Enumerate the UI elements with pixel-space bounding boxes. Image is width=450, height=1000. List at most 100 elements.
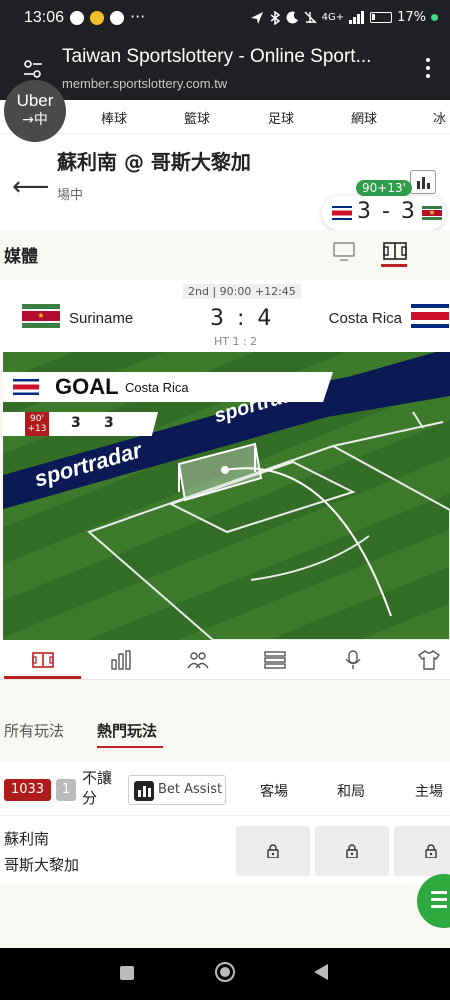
- home-team-name: Suriname: [69, 310, 134, 327]
- event-team: Costa Rica: [125, 380, 189, 395]
- bar-chart-icon: [134, 781, 154, 801]
- active-media-indicator: [381, 264, 407, 267]
- uber-arrow-icon: →中: [22, 112, 48, 128]
- score-bubble: 3 - 3: [322, 196, 446, 230]
- bet-type-tabs: 所有玩法 熱門玩法: [0, 708, 450, 752]
- pitch-away-score: 3: [104, 415, 114, 431]
- tab-baseball[interactable]: 棒球: [101, 108, 127, 127]
- uber-logo: Uber: [16, 91, 54, 110]
- market-header: 1033 1 不讓分 Bet Assist 客場 和局 主場: [0, 762, 450, 816]
- uber-floating-bubble[interactable]: Uber →中: [4, 80, 66, 142]
- site-settings-icon[interactable]: [22, 58, 44, 80]
- location-icon: [250, 11, 263, 24]
- scoreboard: 2nd | 90:00 +12:45 Suriname 3 : 4 HT 1 :…: [0, 280, 450, 352]
- lock-icon: [425, 844, 437, 858]
- tab-ice-hockey[interactable]: 冰: [433, 108, 446, 127]
- event-added-time: +13: [27, 424, 47, 434]
- bet-assist-label: Bet Assist: [158, 782, 223, 797]
- tracker-view-tabs: [0, 640, 450, 680]
- match-status: 場中: [57, 188, 84, 203]
- sport-category-tabs: 棒球 籃球 足球 網球 冰: [0, 100, 450, 134]
- media-section: 媒體: [0, 230, 450, 280]
- privacy-indicator-icon: [431, 14, 438, 21]
- statistics-view-icon[interactable]: [110, 650, 132, 670]
- page-url: member.sportslottery.com.tw: [62, 76, 228, 91]
- media-label: 媒體: [4, 247, 38, 267]
- market-code-badge: 1033: [4, 779, 51, 801]
- more-options-icon[interactable]: [426, 58, 432, 82]
- bubble-score: 3 - 3: [357, 199, 417, 224]
- jersey-view-icon[interactable]: [418, 650, 440, 670]
- match-tracker-pitch: sportradar sportradar GOAL Costa Rica 3 …: [3, 352, 450, 640]
- match-header: ⟵ 蘇利南 @ 哥斯大黎加 場中 90+13' 3 - 3: [0, 134, 450, 230]
- battery-level: 17%: [397, 10, 426, 25]
- system-indicators: 4G+ 17%: [250, 10, 438, 25]
- uber-notification-icon: [110, 11, 124, 25]
- back-button[interactable]: [314, 964, 328, 980]
- system-status-bar: 13:06 ··· 4G+ 17%: [0, 0, 450, 38]
- active-view-indicator: [4, 676, 81, 679]
- odds-team-2: 哥斯大黎加: [4, 856, 80, 874]
- match-tracker-icon[interactable]: [383, 242, 407, 262]
- goal-event-banner: GOAL Costa Rica: [3, 372, 333, 402]
- standings-view-icon[interactable]: [264, 650, 286, 670]
- active-bet-tab-indicator: [97, 746, 163, 748]
- battery-icon: [370, 12, 393, 23]
- commentary-view-icon[interactable]: [342, 650, 364, 670]
- more-notifications-icon: ···: [130, 7, 146, 26]
- system-navigation-bar: [0, 948, 450, 1000]
- pitch-home-score: 3: [71, 415, 81, 431]
- recents-button[interactable]: [120, 966, 134, 980]
- column-home: 主場: [415, 784, 443, 800]
- column-draw: 和局: [337, 784, 365, 800]
- main-score: 3 : 4: [210, 306, 275, 331]
- tab-tennis[interactable]: 網球: [351, 108, 377, 127]
- network-indicator: 4G+: [321, 12, 345, 23]
- tab-popular-markets[interactable]: 熱門玩法: [97, 720, 157, 741]
- market-name: 不讓分: [82, 769, 113, 807]
- odds-cell-home[interactable]: [394, 826, 450, 876]
- uber-partial-text: 中: [33, 112, 48, 128]
- event-minute: 90': [30, 414, 44, 424]
- costa-rica-flag-icon: [13, 379, 39, 395]
- tab-all-markets[interactable]: 所有玩法: [4, 720, 64, 741]
- odds-row: 蘇利南 哥斯大黎加: [0, 816, 450, 884]
- match-title: 蘇利南 @ 哥斯大黎加: [57, 150, 251, 174]
- costa-rica-flag-icon: [411, 304, 449, 328]
- lock-icon: [267, 844, 279, 858]
- tab-soccer[interactable]: 足球: [268, 108, 294, 127]
- bet-assist-button[interactable]: Bet Assist: [128, 775, 226, 805]
- browser-toolbar: Taiwan Sportslottery - Online Sport... m…: [0, 38, 450, 100]
- suriname-flag-icon: [22, 304, 60, 328]
- notification-app-icon: [90, 11, 104, 25]
- away-team-name: Costa Rica: [328, 310, 402, 327]
- mute-icon: [304, 11, 317, 24]
- half-time-score: HT 1 : 2: [214, 335, 258, 348]
- odds-team-1: 蘇利南: [4, 830, 50, 848]
- signal-icon: [349, 11, 365, 24]
- do-not-disturb-icon: [286, 11, 298, 24]
- event-minute-badge: 90' +13: [25, 412, 49, 436]
- odds-cell-draw[interactable]: [315, 826, 389, 876]
- monitor-icon[interactable]: [333, 242, 355, 262]
- back-arrow-icon[interactable]: ⟵: [12, 172, 49, 202]
- bluetooth-icon: [270, 10, 280, 25]
- notification-app-icon: [70, 11, 84, 25]
- page-title: Taiwan Sportslottery - Online Sport...: [62, 46, 372, 67]
- odds-cell-away[interactable]: [236, 826, 310, 876]
- tab-basketball[interactable]: 籃球: [184, 108, 210, 127]
- home-button[interactable]: [215, 962, 235, 982]
- match-time-pill: 90+13': [356, 180, 412, 196]
- clock: 13:06: [24, 9, 65, 26]
- market-number-badge: 1: [56, 779, 76, 801]
- match-period: 2nd | 90:00 +12:45: [183, 284, 301, 299]
- pitch-view-icon[interactable]: [32, 650, 54, 670]
- event-label: GOAL: [55, 374, 119, 399]
- column-away: 客場: [260, 784, 288, 800]
- costa-rica-flag-icon: [332, 206, 352, 220]
- lock-icon: [346, 844, 358, 858]
- lineups-view-icon[interactable]: [187, 650, 209, 670]
- statistics-icon[interactable]: [410, 170, 436, 194]
- suriname-flag-icon: [422, 206, 442, 220]
- notification-icons: ···: [70, 7, 146, 26]
